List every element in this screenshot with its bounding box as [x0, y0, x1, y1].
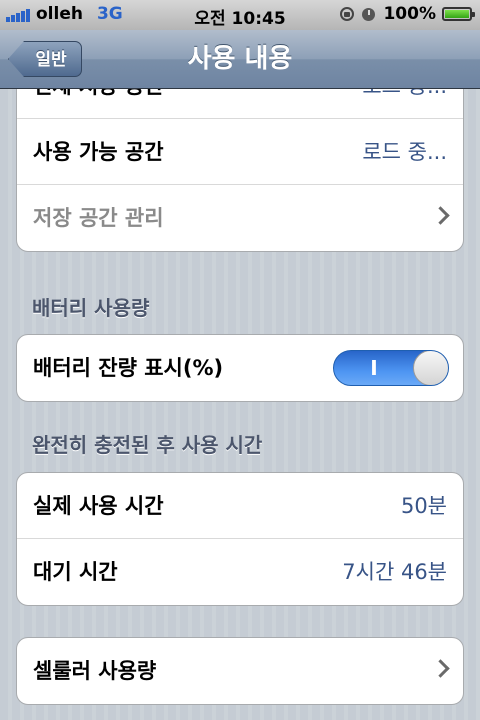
battery-section-header: 배터리 사용량	[32, 296, 150, 320]
battery-percent: 100%	[383, 4, 436, 24]
usage-section-header: 완전히 충전된 후 사용 시간	[32, 433, 263, 457]
available-storage-value: 로드 중...	[362, 140, 447, 164]
standby-row: 대기 시간 7시간 46분	[17, 539, 463, 605]
total-storage-row: 전체 저장 공간 로드 중...	[17, 89, 463, 119]
standby-value: 7시간 46분	[342, 560, 447, 584]
usage-group: 실제 사용 시간 50분 대기 시간 7시간 46분	[16, 472, 464, 606]
usage-row: 실제 사용 시간 50분	[17, 473, 463, 539]
toggle-on-label: I	[370, 356, 378, 380]
total-storage-label: 전체 저장 공간	[33, 89, 164, 119]
usage-label: 실제 사용 시간	[33, 494, 164, 518]
content-scroll-area[interactable]: 전체 저장 공간 로드 중... 사용 가능 공간 로드 중... 저장 공간 …	[0, 89, 480, 720]
cellular-group: 셀룰러 사용량	[16, 637, 464, 705]
toggle-knob[interactable]	[413, 351, 448, 385]
battery-percentage-label: 배터리 잔량 표시(%)	[33, 356, 224, 380]
battery-group: 배터리 잔량 표시(%) I	[16, 334, 464, 402]
manage-storage-label: 저장 공간 관리	[33, 206, 164, 230]
available-storage-label: 사용 가능 공간	[33, 140, 164, 164]
usage-value: 50분	[400, 494, 447, 518]
status-bar: olleh 3G 오전 10:45 100%	[0, 0, 480, 31]
chevron-right-icon	[431, 659, 450, 678]
storage-group: 전체 저장 공간 로드 중... 사용 가능 공간 로드 중... 저장 공간 …	[16, 89, 464, 252]
battery-icon	[442, 7, 475, 21]
battery-percentage-toggle[interactable]: I	[333, 350, 449, 386]
chevron-right-icon	[431, 206, 450, 225]
status-right: 100%	[340, 4, 475, 24]
battery-fill	[445, 10, 469, 18]
cellular-usage-label: 셀룰러 사용량	[33, 659, 157, 683]
battery-percentage-row: 배터리 잔량 표시(%) I	[17, 335, 463, 401]
available-storage-row: 사용 가능 공간 로드 중...	[17, 119, 463, 185]
navigation-bar: 사용 내용 일반	[0, 30, 480, 89]
manage-storage-row[interactable]: 저장 공간 관리	[17, 185, 463, 251]
cellular-usage-row[interactable]: 셀룰러 사용량	[17, 638, 463, 704]
total-storage-value: 로드 중...	[362, 89, 447, 119]
alarm-icon	[362, 7, 376, 21]
standby-label: 대기 시간	[33, 560, 118, 584]
rotation-lock-icon	[340, 7, 355, 21]
